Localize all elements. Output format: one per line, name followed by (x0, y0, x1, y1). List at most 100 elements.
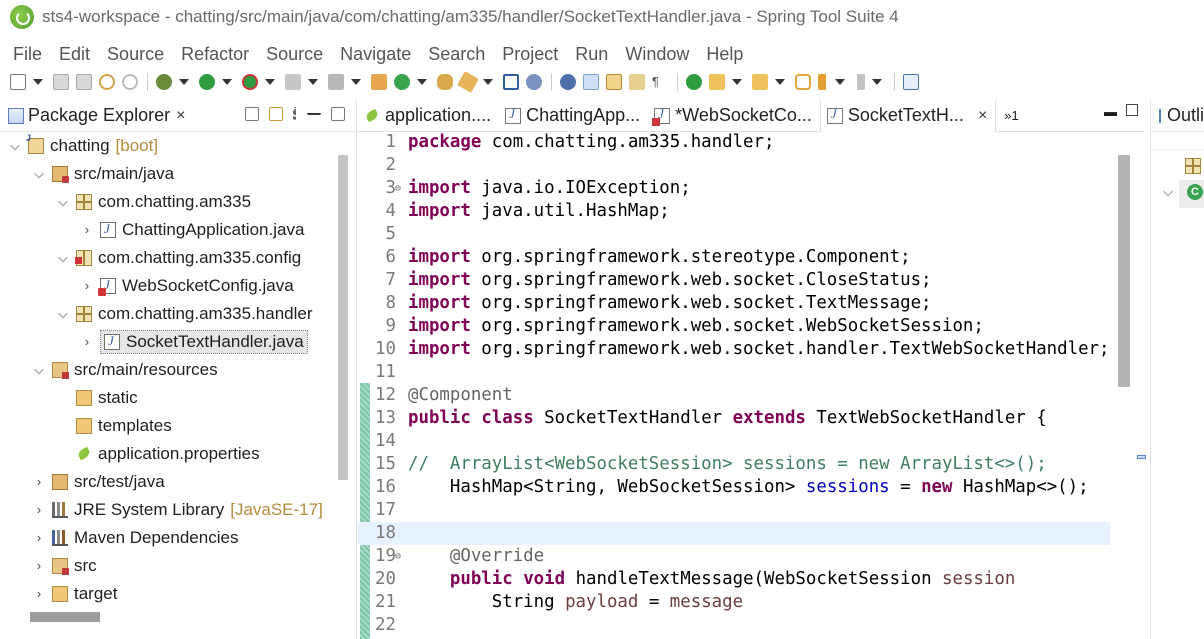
last-edit-location-icon[interactable] (795, 74, 811, 90)
code-line[interactable]: 14 (358, 430, 1110, 453)
build-dropdown-icon[interactable] (351, 74, 361, 90)
overview-ruler-mark[interactable] (1137, 455, 1146, 459)
chevron-down-icon[interactable]: ⌵ (1161, 185, 1175, 199)
tree-item-java-file[interactable]: › ChattingApplication.java (0, 216, 335, 244)
tab-websocket-config[interactable]: *WebSocketCo... (648, 100, 820, 132)
run-external-dropdown-icon[interactable] (265, 74, 275, 90)
tree-item-package[interactable]: ⌵ com.chatting.am335.config (0, 244, 335, 272)
maximize-icon[interactable] (331, 107, 345, 121)
chevron-right-icon[interactable]: › (80, 279, 94, 293)
code-line[interactable]: 12 @Component (358, 384, 1110, 407)
link-with-editor-icon[interactable] (269, 107, 283, 121)
chevron-down-icon[interactable]: ⌵ (56, 251, 70, 265)
code-line[interactable]: 5 (358, 223, 1110, 246)
skip-breakpoints-icon[interactable] (526, 74, 542, 90)
new-class-icon[interactable] (394, 74, 410, 90)
menu-item[interactable]: Source (257, 44, 331, 65)
code-line[interactable]: 22 (358, 614, 1110, 637)
tree-item-package[interactable]: ⌵ com.chatting.am335.handler (0, 300, 335, 328)
code-line[interactable]: 6 import org.springframework.stereotype.C… (358, 246, 1110, 269)
more-tabs-button[interactable]: »1 (1004, 108, 1018, 123)
tree-item-test-folder[interactable]: › src/test/java (0, 468, 335, 496)
close-icon[interactable]: × (978, 107, 987, 125)
chevron-down-icon[interactable]: ⌵ (56, 195, 70, 209)
save-icon[interactable] (53, 74, 69, 90)
previous-annotation-dropdown-icon[interactable] (775, 74, 785, 90)
code-line[interactable]: 7 import org.springframework.web.socket.C… (358, 269, 1110, 292)
new-class-dropdown-icon[interactable] (417, 74, 427, 90)
menu-item[interactable]: Navigate (331, 44, 419, 65)
code-line[interactable]: 19 ⊖ @Override (358, 545, 1110, 568)
code-line[interactable]: 8 import org.springframework.web.socket.T… (358, 292, 1110, 315)
menu-item[interactable]: Edit (50, 44, 98, 65)
boot-dashboard-icon[interactable] (686, 74, 702, 90)
console-icon[interactable] (503, 74, 519, 90)
next-annotation-dropdown-icon[interactable] (732, 74, 742, 90)
debug-icon[interactable] (156, 74, 172, 90)
chevron-right-icon[interactable]: › (32, 587, 46, 601)
package-explorer-tab[interactable]: Package Explorer × (0, 100, 357, 132)
tree-item-java-file-selected[interactable]: › SocketTextHandler.java (0, 328, 335, 356)
code-line[interactable]: 3 ⊖ import java.io.IOException; (358, 177, 1110, 200)
run-dropdown-icon[interactable] (222, 74, 232, 90)
new-dropdown-icon[interactable] (33, 74, 43, 90)
tree-item-properties-file[interactable]: application.properties (0, 440, 335, 468)
code-line[interactable]: 1 package com.chatting.am335.handler; (358, 132, 1110, 154)
chevron-down-icon[interactable]: ⌵ (8, 139, 22, 153)
code-line[interactable]: 9 import org.springframework.web.socket.W… (358, 315, 1110, 338)
close-icon[interactable]: × (176, 107, 185, 125)
show-whitespace-icon[interactable]: ¶ (652, 74, 668, 90)
collapse-all-icon[interactable] (245, 107, 259, 121)
editor-vertical-scrollbar[interactable] (1118, 155, 1130, 387)
code-line[interactable]: 2 (358, 154, 1110, 177)
tree-item-folder[interactable]: › target (0, 580, 335, 608)
tree-item-resources-folder[interactable]: ⌵ src/main/resources (0, 356, 335, 384)
horizontal-scrollbar[interactable] (30, 612, 100, 622)
tree-item-source-folder[interactable]: ⌵ src/main/java (0, 160, 335, 188)
menu-item[interactable]: Window (616, 44, 697, 65)
new-icon[interactable] (10, 74, 26, 90)
tree-item-folder[interactable]: templates (0, 412, 335, 440)
menu-item[interactable]: Run (566, 44, 616, 65)
highlight-icon[interactable] (583, 74, 599, 90)
code-line[interactable]: 16 HashMap<String, WebSocketSession> ses… (358, 476, 1110, 499)
menu-item[interactable]: Project (493, 44, 566, 65)
chevron-right-icon[interactable]: › (32, 503, 46, 517)
code-line[interactable]: 21 String payload = message (358, 591, 1110, 614)
forward-icon[interactable] (855, 74, 865, 90)
run-icon[interactable] (199, 74, 215, 90)
new-package-icon[interactable] (371, 74, 387, 90)
menu-item[interactable]: File (4, 44, 50, 65)
code-line[interactable]: 13 public class SocketTextHandler extends… (358, 407, 1110, 430)
search-icon[interactable] (457, 71, 479, 93)
forward-dropdown-icon[interactable] (872, 74, 882, 90)
tree-item-library[interactable]: › Maven Dependencies (0, 524, 335, 552)
fold-toggle-icon[interactable]: ⊖ (395, 177, 401, 200)
search-dropdown-icon[interactable] (483, 74, 493, 90)
toggle-mark-occurrences-icon[interactable] (560, 74, 576, 90)
chevron-down-icon[interactable]: ⌵ (32, 363, 46, 377)
tree-item-folder[interactable]: static (0, 384, 335, 412)
chevron-right-icon[interactable]: › (32, 559, 46, 573)
stop-icon[interactable] (285, 74, 301, 90)
tab-application-properties[interactable]: application.... (358, 100, 499, 132)
maximize-icon[interactable] (1126, 104, 1138, 116)
tab-chatting-application[interactable]: ChattingApp... (499, 100, 648, 132)
menu-item[interactable]: Refactor (172, 44, 257, 65)
selected-item[interactable]: SocketTextHandler.java (100, 330, 308, 354)
build-icon[interactable] (328, 74, 344, 90)
tree-item-package[interactable]: ⌵ com.chatting.am335 (0, 188, 335, 216)
outline-tab[interactable]: Outline (1151, 100, 1204, 132)
code-line[interactable]: 17 (358, 499, 1110, 522)
previous-annotation-icon[interactable] (752, 74, 768, 90)
menu-item[interactable]: Search (419, 44, 493, 65)
fold-toggle-icon[interactable]: ⊖ (395, 545, 401, 568)
minimize-icon[interactable] (307, 107, 321, 115)
code-line[interactable]: 11 (358, 361, 1110, 384)
chevron-right-icon[interactable]: › (32, 475, 46, 489)
view-menu-icon[interactable] (293, 107, 297, 121)
minimize-icon[interactable]: ▬ (1104, 104, 1117, 119)
chevron-right-icon[interactable]: › (32, 531, 46, 545)
menu-item[interactable]: Source (98, 44, 172, 65)
save-all-icon[interactable] (76, 74, 92, 90)
